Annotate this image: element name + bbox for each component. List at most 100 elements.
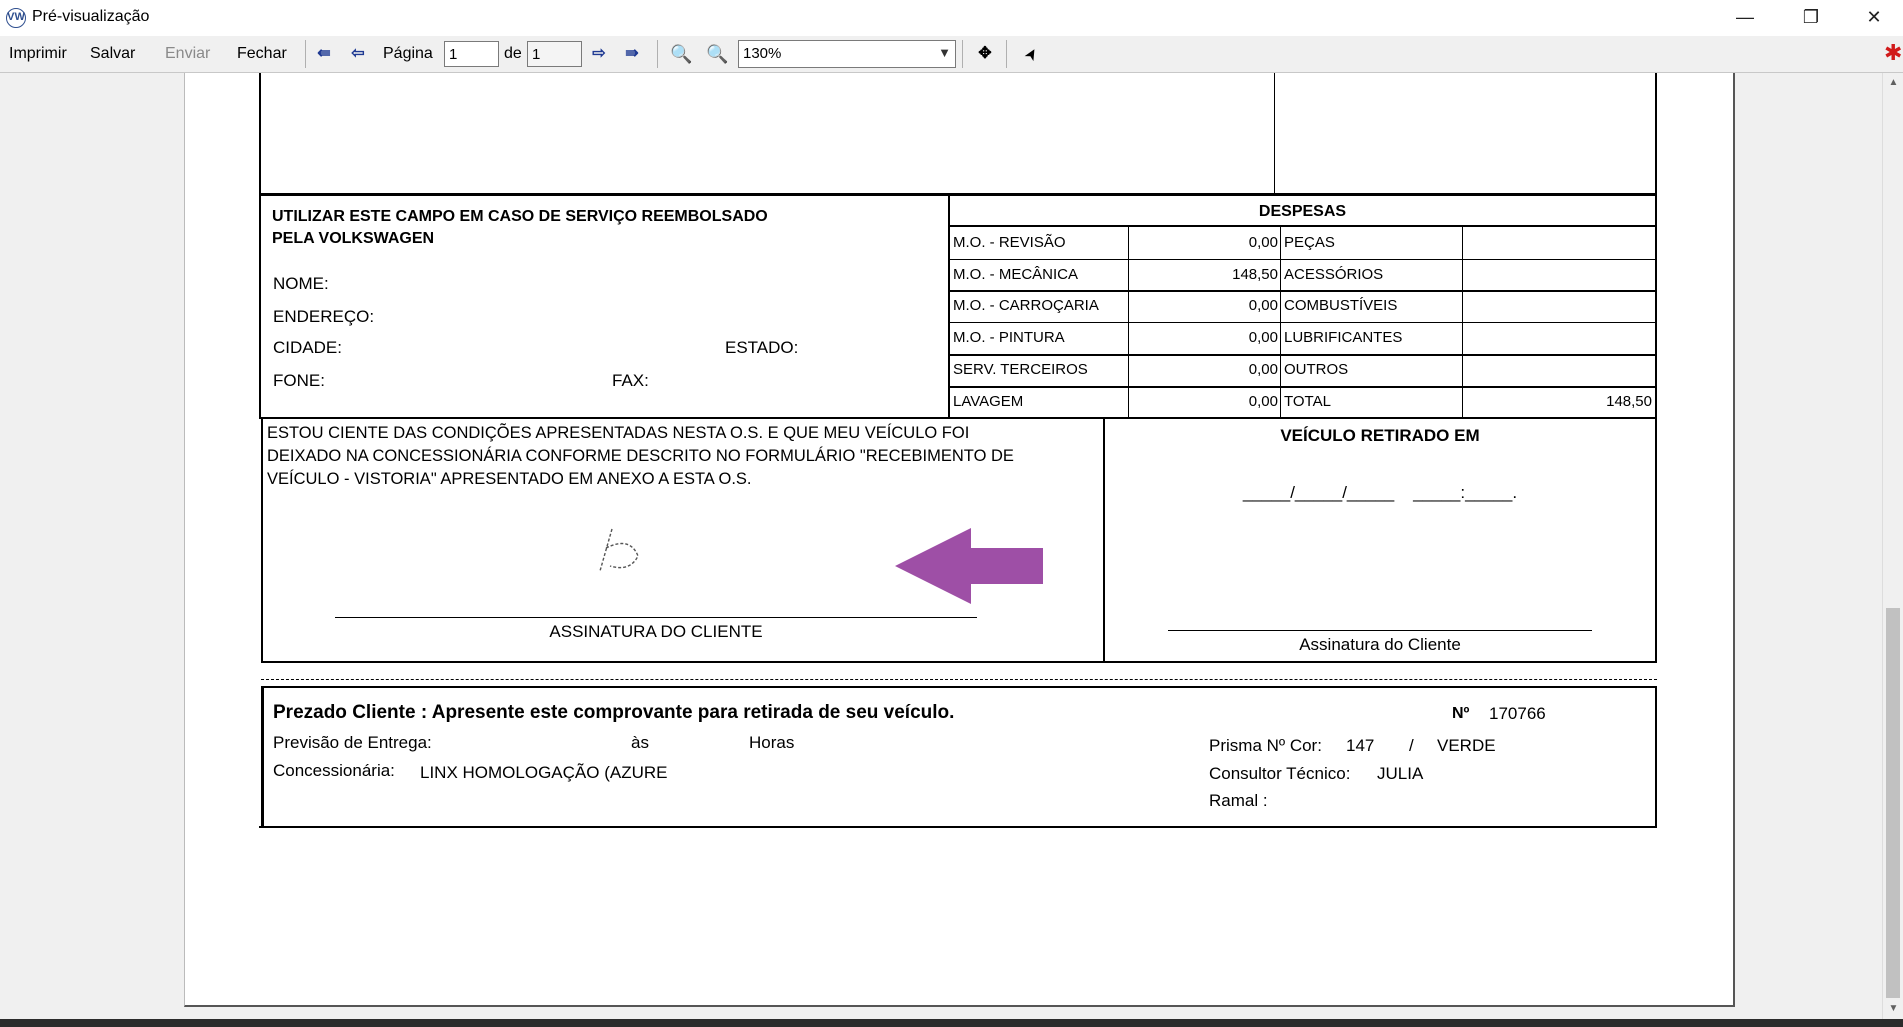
expenses-row-line — [950, 354, 1655, 356]
client-signature-scribble — [599, 528, 639, 572]
send-button[interactable]: Enviar — [165, 45, 210, 63]
dealer-value: LINX HOMOLOGAÇÃO (AZURE — [420, 763, 668, 782]
expenses-title: DESPESAS — [1258, 203, 1347, 220]
city-label: CIDADE: — [273, 338, 342, 357]
receipt-title: Prezado Cliente : Apresente este comprov… — [273, 702, 955, 723]
taskbar-strip — [0, 1019, 1903, 1027]
right-border — [1655, 688, 1657, 828]
terms-line1: ESTOU CIENTE DAS CONDIÇÕES APRESENTADAS … — [267, 424, 970, 442]
expenses-header-line — [950, 225, 1655, 227]
bug-icon: ✱ — [1884, 40, 1903, 65]
scroll-thumb[interactable] — [1886, 608, 1900, 998]
zoom-in-icon[interactable]: 🔍 — [706, 42, 728, 66]
first-page-icon[interactable]: ⇚ — [313, 42, 335, 66]
expense-label: M.O. - REVISÃO — [953, 234, 1066, 251]
minimize-button[interactable]: — — [1716, 0, 1774, 36]
terms-line3: VEÍCULO - VISTORIA" APRESENTADO EM ANEXO… — [267, 470, 752, 488]
expenses-col-divider — [1280, 227, 1281, 417]
state-label: ESTADO: — [725, 338, 799, 357]
expenses-table: DESPESAS M.O. - REVISÃO 0,00 PEÇAS M.O. - M… — [948, 196, 1657, 419]
reimb-title-line2: PELA VOLKSWAGEN — [272, 230, 435, 247]
toolbar-separator — [305, 40, 306, 68]
expense-value: 0,00 — [1248, 361, 1278, 378]
expenses-row-line — [950, 322, 1655, 323]
page-number-input[interactable] — [444, 41, 499, 67]
number-label: Nº — [1452, 705, 1470, 722]
vertical-divider — [1103, 419, 1105, 662]
document-viewport[interactable]: UTILIZAR ESTE CAMPO EM CASO DE SERVIÇO R… — [0, 73, 1882, 1019]
expense-value: 0,00 — [1248, 297, 1278, 314]
last-page-icon[interactable]: ⇛ — [621, 42, 643, 66]
expenses-col-divider — [1462, 227, 1463, 417]
terms-line2: DEIXADO NA CONCESSIONÁRIA CONFORME DESCR… — [267, 447, 1014, 465]
section-divider — [259, 417, 1657, 419]
print-button[interactable]: Imprimir — [9, 45, 67, 63]
right-border — [1655, 419, 1657, 662]
toolbar-separator — [657, 40, 658, 68]
number-value: 170766 — [1489, 704, 1546, 723]
expense-value: 0,00 — [1248, 329, 1278, 346]
toolbar-separator — [1006, 40, 1007, 68]
color-separator: / — [1409, 736, 1414, 755]
vehicle-signature-line — [1168, 630, 1592, 631]
name-label: NOME: — [273, 274, 329, 293]
pointer-tool-icon[interactable]: ➤ — [1015, 38, 1047, 69]
expense-label: M.O. - PINTURA — [953, 329, 1065, 346]
prisma-label: Prisma Nº Cor: — [1209, 736, 1322, 755]
zoom-out-icon[interactable]: 🔍 — [670, 42, 692, 66]
expense-label: COMBUSTÍVEIS — [1284, 297, 1398, 314]
previous-page-icon[interactable]: ⇦ — [347, 42, 369, 66]
save-button[interactable]: Salvar — [90, 45, 135, 63]
scroll-up-icon[interactable]: ▲ — [1883, 73, 1903, 93]
toolbar-separator — [962, 40, 963, 68]
top-section-box — [259, 73, 1657, 196]
reimb-title-line1: UTILIZAR ESTE CAMPO EM CASO DE SERVIÇO R… — [272, 208, 768, 225]
left-border — [261, 419, 263, 662]
expenses-row-line — [950, 259, 1655, 260]
expense-label: OUTROS — [1284, 361, 1349, 378]
left-border — [259, 196, 261, 419]
expenses-row-line — [950, 290, 1655, 292]
close-preview-button[interactable]: Fechar — [237, 45, 287, 63]
preview-toolbar: Imprimir Salvar Enviar Fechar ⇚ ⇦ Página… — [0, 36, 1903, 73]
window-title: Pré-visualização — [32, 8, 150, 25]
of-label: de — [504, 45, 522, 62]
top-divider — [1274, 73, 1275, 193]
address-label: ENDEREÇO: — [273, 307, 375, 326]
expenses-col-divider — [1128, 227, 1129, 417]
dealer-label: Concessionária: — [273, 761, 395, 780]
expense-value: 0,00 — [1248, 234, 1278, 251]
expense-label: M.O. - MECÂNICA — [953, 266, 1079, 283]
expense-value: 148,50 — [1232, 266, 1278, 283]
cut-line — [261, 679, 1657, 680]
section-divider — [261, 686, 1657, 688]
consultant-label: Consultor Técnico: — [1209, 764, 1351, 783]
window-titlebar: VW Pré-visualização — ❐ ✕ — [0, 0, 1903, 36]
zoom-value: 130% — [743, 45, 782, 62]
pan-tool-icon[interactable]: ✥ — [974, 42, 996, 66]
expense-label: TOTAL — [1284, 393, 1331, 410]
vehicle-signature-label: Assinatura do Cliente — [1299, 635, 1461, 654]
prisma-value: 147 — [1346, 736, 1375, 755]
signature-line — [335, 617, 977, 618]
next-page-icon[interactable]: ⇨ — [588, 42, 610, 66]
at-label: às — [631, 733, 649, 752]
ramal-label: Ramal : — [1209, 791, 1268, 810]
scroll-down-icon[interactable]: ▼ — [1883, 999, 1903, 1019]
close-window-button[interactable]: ✕ — [1845, 0, 1903, 36]
vertical-scrollbar[interactable]: ▲ ▼ — [1882, 73, 1903, 1019]
total-pages-field — [527, 41, 582, 67]
bottom-border — [259, 826, 1657, 828]
signature-label: ASSINATURA DO CLIENTE — [549, 622, 763, 641]
expense-label: LUBRIFICANTES — [1284, 329, 1403, 346]
delivery-label: Previsão de Entrega: — [273, 733, 432, 752]
chevron-down-icon: ▼ — [938, 45, 951, 60]
expense-label: ACESSÓRIOS — [1284, 266, 1384, 283]
expenses-row-line — [950, 386, 1655, 388]
expense-value: 148,50 — [1606, 393, 1652, 410]
vehicle-date-time: _____/_____/_____ _____:_____. — [1242, 483, 1518, 502]
left-border — [261, 688, 264, 828]
restore-button[interactable]: ❐ — [1782, 0, 1840, 36]
zoom-select[interactable]: 130% ▼ — [738, 40, 956, 68]
expense-label: PEÇAS — [1284, 234, 1335, 251]
